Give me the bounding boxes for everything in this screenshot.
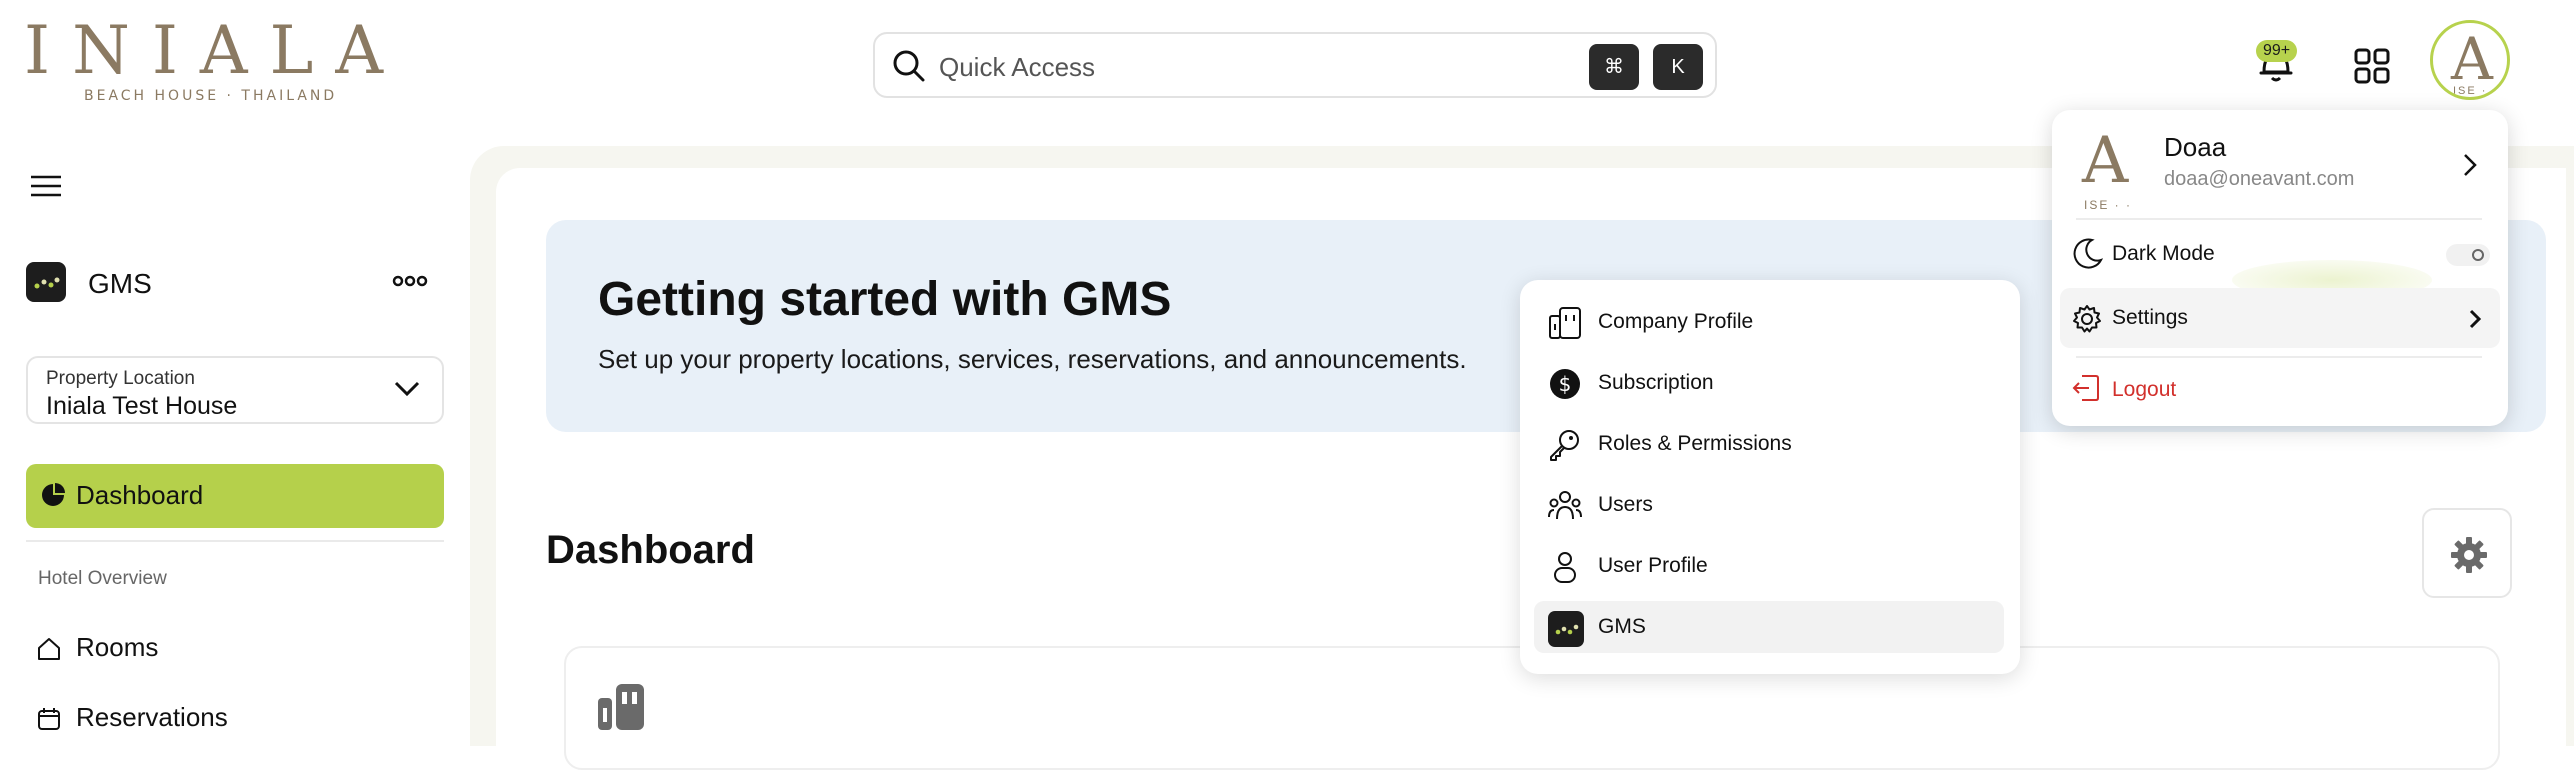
banner-subtitle: Set up your property locations, services…: [598, 344, 1467, 374]
profile-divider: [2076, 356, 2482, 358]
gear-icon: [2451, 537, 2487, 573]
user-avatar-button[interactable]: A ISE · ·: [2430, 20, 2510, 100]
sidebar-section-title: Hotel Overview: [38, 568, 167, 589]
page-title: Dashboard: [546, 528, 755, 572]
profile-divider: [2076, 218, 2482, 220]
avatar-subtext: ISE · ·: [2453, 85, 2499, 97]
profile-email: doaa@oneavant.com: [2164, 168, 2355, 190]
profile-avatar-subtext: ISE · ·: [2084, 198, 2133, 212]
grid-icon: [2354, 48, 2390, 84]
menu-item-user-profile[interactable]: User Profile: [1534, 540, 2004, 592]
menu-item-roles-permissions[interactable]: Roles & Permissions: [1534, 418, 2004, 470]
menu-item-subscription[interactable]: $ Subscription: [1534, 357, 2004, 409]
menu-item-label: Roles & Permissions: [1598, 432, 1792, 455]
search-placeholder: Quick Access: [939, 52, 1096, 82]
chevron-down-icon: [394, 380, 420, 398]
apps-grid-button[interactable]: [2354, 48, 2390, 84]
brand-tagline: BEACH HOUSE · THAILAND: [84, 88, 338, 104]
pie-chart-icon: [40, 482, 66, 508]
dark-mode-toggle[interactable]: [2446, 244, 2490, 266]
logout-button[interactable]: Logout: [2112, 378, 2176, 402]
sidebar-item-label: Dashboard: [76, 480, 204, 510]
toggle-knob: [2472, 249, 2484, 261]
menu-item-label: Company Profile: [1598, 310, 1754, 333]
user-icon: [1548, 550, 1582, 584]
menu-item-label: Subscription: [1598, 371, 1714, 394]
profile-settings-item[interactable]: Settings: [2060, 288, 2500, 348]
menu-item-gms[interactable]: GMS: [1534, 601, 2004, 653]
avatar-letter: A: [2451, 25, 2493, 93]
property-location-value: Iniala Test House: [46, 392, 238, 420]
property-location-select[interactable]: Property Location Iniala Test House: [26, 356, 444, 424]
shortcut-cmd-key: ⌘: [1589, 44, 1639, 90]
gms-icon: [1548, 611, 1584, 647]
chevron-right-icon: [2468, 308, 2482, 330]
brand-name: INIALA: [24, 12, 406, 89]
profile-avatar-letter: A: [2082, 124, 2129, 198]
brand-logo[interactable]: INIALA BEACH HOUSE · THAILAND: [24, 18, 383, 108]
building-icon: [1548, 306, 1582, 340]
moon-icon: [2070, 236, 2104, 270]
banner-title: Getting started with GMS: [598, 273, 1172, 326]
shortcut-k-key: K: [1653, 44, 1703, 90]
gear-icon: [2072, 304, 2102, 334]
profile-avatar: A ISE · ·: [2082, 124, 2148, 214]
notification-badge: 99+: [2256, 40, 2298, 62]
more-icon: [392, 275, 428, 287]
dashboard-settings-button[interactable]: [2422, 508, 2512, 598]
logout-icon: [2070, 372, 2102, 404]
chevron-right-icon[interactable]: [2462, 152, 2478, 178]
menu-item-company-profile[interactable]: Company Profile: [1534, 296, 2004, 348]
menu-item-label: Users: [1598, 493, 1653, 516]
hamburger-icon: [31, 175, 61, 197]
menu-item-label: GMS: [1598, 615, 1646, 638]
sidebar-item-label: Rooms: [76, 632, 159, 662]
svg-text:$: $: [1559, 372, 1572, 396]
dark-mode-label: Dark Mode: [2112, 242, 2215, 265]
menu-item-users[interactable]: Users: [1534, 479, 2004, 531]
settings-label: Settings: [2112, 306, 2188, 329]
profile-dropdown: A ISE · · Doaa doaa@oneavant.com Dark Mo…: [2052, 110, 2508, 426]
calendar-icon: [36, 706, 62, 732]
app-switcher-gms[interactable]: GMS: [26, 262, 446, 302]
menu-item-label: User Profile: [1598, 554, 1708, 577]
settings-menu: Company Profile $ Subscription Roles & P…: [1520, 280, 2020, 674]
menu-toggle-button[interactable]: [30, 174, 62, 198]
sidebar-item-dashboard[interactable]: Dashboard: [26, 464, 444, 528]
users-icon: [1548, 489, 1582, 523]
home-icon: [36, 636, 62, 662]
app-name: GMS: [88, 268, 152, 299]
building-stats-icon: [596, 682, 646, 732]
gms-icon: [26, 262, 66, 302]
sidebar-divider: [26, 540, 444, 542]
more-options-button[interactable]: [392, 266, 428, 296]
profile-name[interactable]: Doaa: [2164, 132, 2226, 163]
sidebar-item-label: Reservations: [76, 702, 228, 732]
quick-access-search[interactable]: Quick Access ⌘ K: [873, 32, 1717, 98]
property-location-label: Property Location: [46, 368, 195, 389]
search-icon: [891, 48, 927, 84]
key-icon: [1548, 428, 1582, 462]
dollar-icon: $: [1548, 367, 1582, 401]
